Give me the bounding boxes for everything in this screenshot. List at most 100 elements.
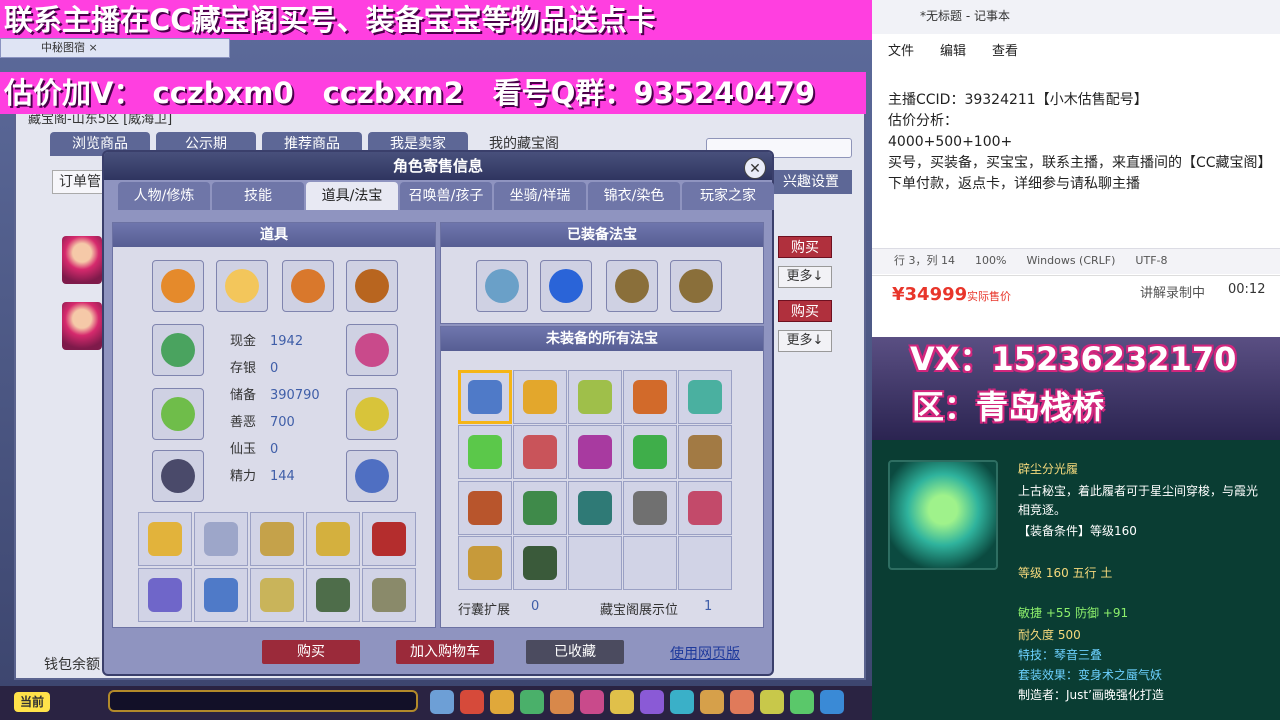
stat-row: 善恶 700 xyxy=(230,415,295,430)
treasure-slot[interactable] xyxy=(678,480,732,535)
interest-settings-button[interactable]: 兴趣设置 xyxy=(770,170,852,194)
shortcut-icon[interactable] xyxy=(670,690,694,714)
more-button[interactable]: 更多↓ xyxy=(778,266,832,288)
treasure-slot[interactable] xyxy=(458,535,512,590)
browser-tab[interactable]: 中秘图宿 × xyxy=(0,38,230,58)
avatar[interactable] xyxy=(62,236,102,284)
treasure-slot[interactable] xyxy=(678,535,732,590)
amulet-icon xyxy=(225,269,259,303)
bag-slot[interactable] xyxy=(250,568,304,622)
treasure-slot[interactable] xyxy=(458,480,512,535)
equip-slot[interactable] xyxy=(216,260,268,312)
notepad-status-bar: 行 3，列 14 100% Windows (CRLF) UTF-8 xyxy=(872,248,1280,274)
treasure-slot[interactable] xyxy=(678,370,732,424)
treasure-slot[interactable] xyxy=(540,260,592,312)
tab-home[interactable]: 玩家之家 xyxy=(682,182,774,210)
treasure-slot[interactable] xyxy=(513,370,567,424)
equip-slot[interactable] xyxy=(346,450,398,502)
menu-file[interactable]: 文件 xyxy=(888,36,914,68)
shortcut-icon[interactable] xyxy=(790,690,814,714)
shortcut-icon[interactable] xyxy=(760,690,784,714)
shortcut-icon[interactable] xyxy=(490,690,514,714)
bag-slot[interactable] xyxy=(194,512,248,566)
treasure-slot[interactable] xyxy=(623,425,677,480)
tab-character[interactable]: 人物/修炼 xyxy=(118,182,210,210)
notepad-menu: 文件 编辑 查看 xyxy=(872,36,1280,68)
add-to-cart-button[interactable]: 加入购物车 xyxy=(396,640,494,664)
bag-slot[interactable] xyxy=(138,568,192,622)
use-web-version-link[interactable]: 使用网页版 xyxy=(670,643,740,663)
notepad-text[interactable]: 主播CCID：39324211【小木估售配号】 估价分析： 4000+500+1… xyxy=(888,90,1268,195)
unequipped-treasure-head: 未装备的所有法宝 xyxy=(441,327,763,351)
shortcut-icon[interactable] xyxy=(460,690,484,714)
buy-button[interactable]: 购买 xyxy=(778,236,832,258)
channel-current-button[interactable]: 当前 xyxy=(14,692,50,712)
treasure-icon xyxy=(468,380,502,414)
server-zone: 区：青岛栈桥 xyxy=(912,388,1105,426)
treasure-slot[interactable] xyxy=(513,425,567,480)
close-icon[interactable]: ✕ xyxy=(744,157,766,179)
shortcut-icon[interactable] xyxy=(700,690,724,714)
shortcut-icon[interactable] xyxy=(640,690,664,714)
status-position: 行 3，列 14 xyxy=(894,254,955,267)
treasure-slot[interactable] xyxy=(568,425,622,480)
treasure-slot[interactable] xyxy=(678,425,732,480)
treasure-icon xyxy=(523,545,557,580)
treasure-slot[interactable] xyxy=(513,480,567,535)
shortcut-icon[interactable] xyxy=(580,690,604,714)
bag-slot[interactable] xyxy=(362,568,416,622)
equip-slot[interactable] xyxy=(152,450,204,502)
shortcut-icon[interactable] xyxy=(610,690,634,714)
more-button[interactable]: 更多↓ xyxy=(778,330,832,352)
shortcut-icon[interactable] xyxy=(550,690,574,714)
equip-slot[interactable] xyxy=(152,388,204,440)
treasure-slot[interactable] xyxy=(568,480,622,535)
price-value: ¥34999 xyxy=(892,284,968,305)
equip-slot[interactable] xyxy=(346,260,398,312)
equip-slot[interactable] xyxy=(152,324,204,376)
equip-slot[interactable] xyxy=(346,324,398,376)
order-button[interactable]: 订单管 xyxy=(52,170,108,194)
shortcut-icon[interactable] xyxy=(820,690,844,714)
menu-edit[interactable]: 编辑 xyxy=(940,36,966,68)
item-set-effect: 套装效果：变身术之蜃气妖 xyxy=(1018,668,1163,682)
treasure-slot[interactable] xyxy=(623,535,677,590)
avatar[interactable] xyxy=(62,302,102,350)
equip-slot[interactable] xyxy=(346,388,398,440)
bag-slot[interactable] xyxy=(306,512,360,566)
treasure-slot[interactable] xyxy=(606,260,658,312)
tab-mounts[interactable]: 坐骑/祥瑞 xyxy=(494,182,586,210)
buy-button[interactable]: 购买 xyxy=(262,640,360,664)
bag-slot[interactable] xyxy=(138,512,192,566)
shortcut-icon[interactable] xyxy=(430,690,454,714)
item-level: 等级 160 五行 土 xyxy=(1018,566,1113,580)
treasure-slot[interactable] xyxy=(513,535,567,590)
tab-skills[interactable]: 技能 xyxy=(212,182,304,210)
tab-outfits[interactable]: 锦衣/染色 xyxy=(588,182,680,210)
buy-button[interactable]: 购买 xyxy=(778,300,832,322)
treasure-slot[interactable] xyxy=(623,480,677,535)
treasure-slot[interactable] xyxy=(568,535,622,590)
shortcut-icon[interactable] xyxy=(520,690,544,714)
treasure-slot[interactable] xyxy=(458,370,512,424)
shortcut-icon[interactable] xyxy=(730,690,754,714)
dialog-tab-bar: 人物/修炼 技能 道具/法宝 召唤兽/孩子 坐骑/祥瑞 锦衣/染色 玩家之家 xyxy=(118,182,774,210)
treasure-slot[interactable] xyxy=(476,260,528,312)
bag-slot[interactable] xyxy=(306,568,360,622)
shortcut-bar xyxy=(430,688,870,716)
chat-input[interactable] xyxy=(108,690,418,712)
equip-slot[interactable] xyxy=(282,260,334,312)
equip-slot[interactable] xyxy=(152,260,204,312)
tab-pets[interactable]: 召唤兽/孩子 xyxy=(400,182,492,210)
bag-slot[interactable] xyxy=(362,512,416,566)
treasure-slot[interactable] xyxy=(670,260,722,312)
treasure-slot[interactable] xyxy=(568,370,622,424)
treasure-slot[interactable] xyxy=(623,370,677,424)
favorited-button[interactable]: 已收藏 xyxy=(526,640,624,664)
dialog-title: 角色寄售信息 xyxy=(104,152,772,180)
bag-slot[interactable] xyxy=(194,568,248,622)
menu-view[interactable]: 查看 xyxy=(992,36,1018,68)
treasure-slot[interactable] xyxy=(458,425,512,480)
bag-slot[interactable] xyxy=(250,512,304,566)
tab-items[interactable]: 道具/法宝 xyxy=(306,182,398,210)
